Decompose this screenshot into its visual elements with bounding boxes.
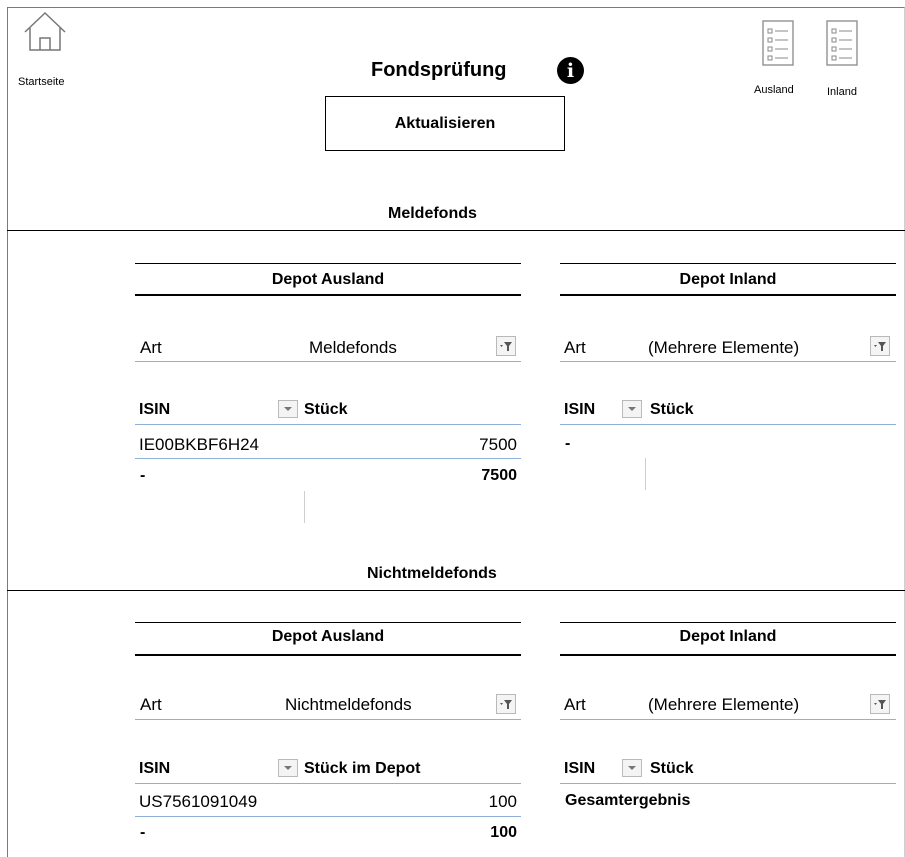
filter-underline <box>135 361 521 362</box>
filter-value: Meldefonds <box>309 338 397 357</box>
cell-border <box>645 458 646 490</box>
filter-label: Art <box>140 695 162 714</box>
total-label: - <box>140 467 146 484</box>
col-header-qty: Stück <box>650 760 694 777</box>
table-row-qty: 100 <box>488 792 517 811</box>
header-underline <box>560 424 896 425</box>
info-icon[interactable]: i <box>557 57 584 84</box>
isin-dropdown-button[interactable] <box>622 400 642 418</box>
table-row-qty: 7500 <box>479 435 517 454</box>
header-underline <box>560 783 896 784</box>
pivot-top-line <box>135 622 521 623</box>
table-row-isin: IE00BKBF6H24 <box>139 435 260 454</box>
filter-underline <box>560 719 896 720</box>
dropdown-arrow-icon <box>628 766 636 770</box>
filter-value: (Mehrere Elemente) <box>648 338 800 357</box>
dropdown-arrow-icon <box>284 407 292 411</box>
page-title: Fondsprüfung <box>371 59 507 81</box>
list-icon <box>826 20 858 66</box>
list-icon <box>762 20 794 66</box>
total-value: 7500 <box>481 467 517 484</box>
filter-icon <box>500 342 512 351</box>
list-ausland-label: Ausland <box>754 84 794 96</box>
pivot-title-underline <box>560 294 896 296</box>
filter-button[interactable] <box>496 336 516 356</box>
filter-icon <box>874 700 886 709</box>
filter-underline <box>560 361 896 362</box>
pivot-top-line <box>560 263 896 264</box>
isin-dropdown-button[interactable] <box>622 759 642 777</box>
isin-dropdown-button[interactable] <box>278 400 298 418</box>
pivot-title-underline <box>135 654 521 656</box>
pivot-top-line <box>560 622 896 623</box>
home-label: Startseite <box>18 76 65 88</box>
pivot-title-ausland: Depot Ausland <box>271 271 385 288</box>
col-header-qty: Stück <box>304 401 348 418</box>
col-header-isin: ISIN <box>139 760 171 777</box>
isin-dropdown-button[interactable] <box>278 759 298 777</box>
total-label: - <box>565 435 571 452</box>
filter-underline <box>135 719 521 720</box>
filter-label: Art <box>564 338 586 357</box>
dropdown-arrow-icon <box>628 407 636 411</box>
cell-border <box>304 491 305 523</box>
refresh-button[interactable]: Aktualisieren <box>325 96 565 151</box>
list-inland-label: Inland <box>827 86 857 98</box>
col-header-qty: Stück <box>650 401 694 418</box>
col-header-isin: ISIN <box>564 401 596 418</box>
filter-label: Art <box>140 338 162 357</box>
filter-button[interactable] <box>496 694 516 714</box>
filter-icon <box>500 700 512 709</box>
home-icon <box>24 11 66 51</box>
pivot-title-inland: Depot Inland <box>679 271 777 288</box>
filter-value: (Mehrere Elemente) <box>648 695 800 714</box>
pivot-title-underline <box>135 294 521 296</box>
section-title-nichtmeldefonds: Nichtmeldefonds <box>367 565 497 582</box>
total-label: - <box>140 824 146 841</box>
total-label: Gesamtergebnis <box>565 792 691 809</box>
home-button[interactable]: Startseite <box>18 10 88 90</box>
total-value: 100 <box>490 824 517 841</box>
pivot-title-inland: Depot Inland <box>679 628 777 645</box>
table-row-isin: US7561091049 <box>139 792 258 811</box>
section-title-meldefonds: Meldefonds <box>388 205 477 222</box>
row-underline <box>135 816 521 817</box>
pivot-title-underline <box>560 654 896 656</box>
dropdown-arrow-icon <box>284 766 292 770</box>
filter-button[interactable] <box>870 336 890 356</box>
header-underline <box>135 783 521 784</box>
col-header-isin: ISIN <box>139 401 171 418</box>
list-inland-button[interactable]: Inland <box>823 20 883 102</box>
header-underline <box>135 424 521 425</box>
filter-label: Art <box>564 695 586 714</box>
filter-icon <box>874 342 886 351</box>
section-divider <box>7 590 905 591</box>
pivot-top-line <box>135 263 521 264</box>
section-divider <box>7 230 905 231</box>
list-ausland-button[interactable]: Ausland <box>752 20 812 102</box>
filter-value: Nichtmeldefonds <box>285 695 412 714</box>
pivot-title-ausland: Depot Ausland <box>271 628 385 645</box>
filter-button[interactable] <box>870 694 890 714</box>
col-header-qty: Stück im Depot <box>304 760 421 777</box>
row-underline <box>135 458 521 459</box>
col-header-isin: ISIN <box>564 760 596 777</box>
